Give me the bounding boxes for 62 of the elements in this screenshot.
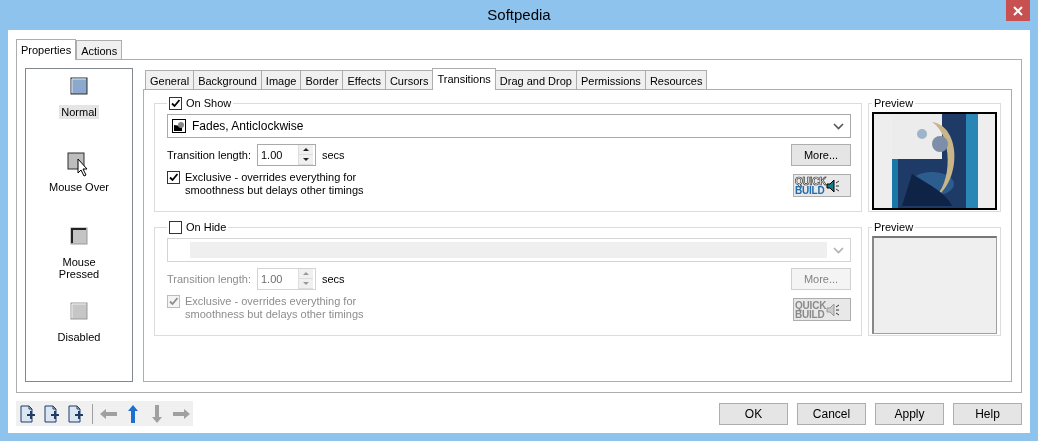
toolbar-button[interactable] <box>66 402 86 425</box>
tab[interactable]: Resources <box>644 70 708 89</box>
dialog-button[interactable]: Help <box>953 402 1022 425</box>
document-icon <box>42 403 62 424</box>
tab[interactable]: Border <box>300 70 344 89</box>
close-icon <box>1013 5 1023 16</box>
transition-icon <box>172 119 186 133</box>
toolbar-button[interactable] <box>18 402 38 425</box>
number-spinner[interactable]: 1.00 <box>257 144 316 166</box>
checkbox-label: Exclusive - overrides everything for smoothness but delays other timings <box>185 171 365 197</box>
up-triangle-icon <box>302 147 310 152</box>
field-label: Transition length: <box>167 271 251 287</box>
tab[interactable]: General <box>145 70 195 89</box>
document-icon <box>66 403 86 424</box>
tab[interactable]: Actions <box>76 40 123 59</box>
document-icon <box>18 403 38 424</box>
field-label: Transition length: <box>167 147 251 163</box>
checkbox-label: On Hide <box>186 220 227 234</box>
chevron-icon <box>833 246 844 254</box>
dropdown-value: Fades, Anticlockwise <box>192 118 305 135</box>
toolbar-button[interactable] <box>42 402 62 425</box>
state-item[interactable]: Mouse Pressed <box>54 255 104 281</box>
number-input[interactable]: 1.00 <box>258 145 298 165</box>
checkbox[interactable] <box>167 171 180 184</box>
button-icon <box>70 302 88 320</box>
tab[interactable]: Permissions <box>575 70 646 89</box>
checkbox[interactable] <box>169 96 182 110</box>
state-item[interactable]: Mouse Over <box>47 180 111 194</box>
tab[interactable]: Background <box>193 70 262 89</box>
state-item[interactable]: Normal <box>59 105 99 119</box>
button-icon <box>70 77 88 95</box>
close-button[interactable] <box>1006 0 1030 21</box>
more-button[interactable]: More... <box>791 144 851 166</box>
unit-label: secs <box>322 147 345 163</box>
tab[interactable]: Cursors <box>384 70 434 89</box>
state-item[interactable]: Disabled <box>55 330 103 344</box>
dropdown[interactable]: Fades, Anticlockwise <box>167 114 851 138</box>
checkbox-label: On Show <box>186 96 232 110</box>
tab[interactable]: Properties <box>16 39 77 60</box>
down-triangle-icon <box>302 157 310 162</box>
dialog-button[interactable]: Apply <box>875 402 944 425</box>
tab[interactable]: Image <box>260 70 302 89</box>
spin-up-button[interactable] <box>299 145 313 155</box>
button-icon <box>70 227 88 245</box>
unit-label: secs <box>322 271 345 287</box>
up-triangle-icon <box>302 271 310 276</box>
group-title: Preview <box>873 96 915 110</box>
spin-down-button[interactable] <box>299 155 313 165</box>
speaker-icon <box>826 178 841 193</box>
tab[interactable]: Drag and Drop <box>494 70 577 89</box>
speaker-icon <box>826 302 841 317</box>
group-title: Preview <box>873 220 915 234</box>
quick-build-button[interactable]: QUICK BUILD <box>793 174 851 197</box>
tab[interactable]: Effects <box>342 70 386 89</box>
checkbox-label: Exclusive - overrides everything for smoothness but delays other timings <box>185 295 365 321</box>
chevron-icon <box>833 122 844 130</box>
dialog-button[interactable]: Cancel <box>797 402 866 425</box>
dialog-button[interactable]: OK <box>719 402 788 425</box>
cursor-button-icon <box>67 152 91 178</box>
tab[interactable]: Transitions <box>432 68 496 90</box>
down-triangle-icon <box>302 281 310 286</box>
window-title: Softpedia <box>487 5 551 25</box>
